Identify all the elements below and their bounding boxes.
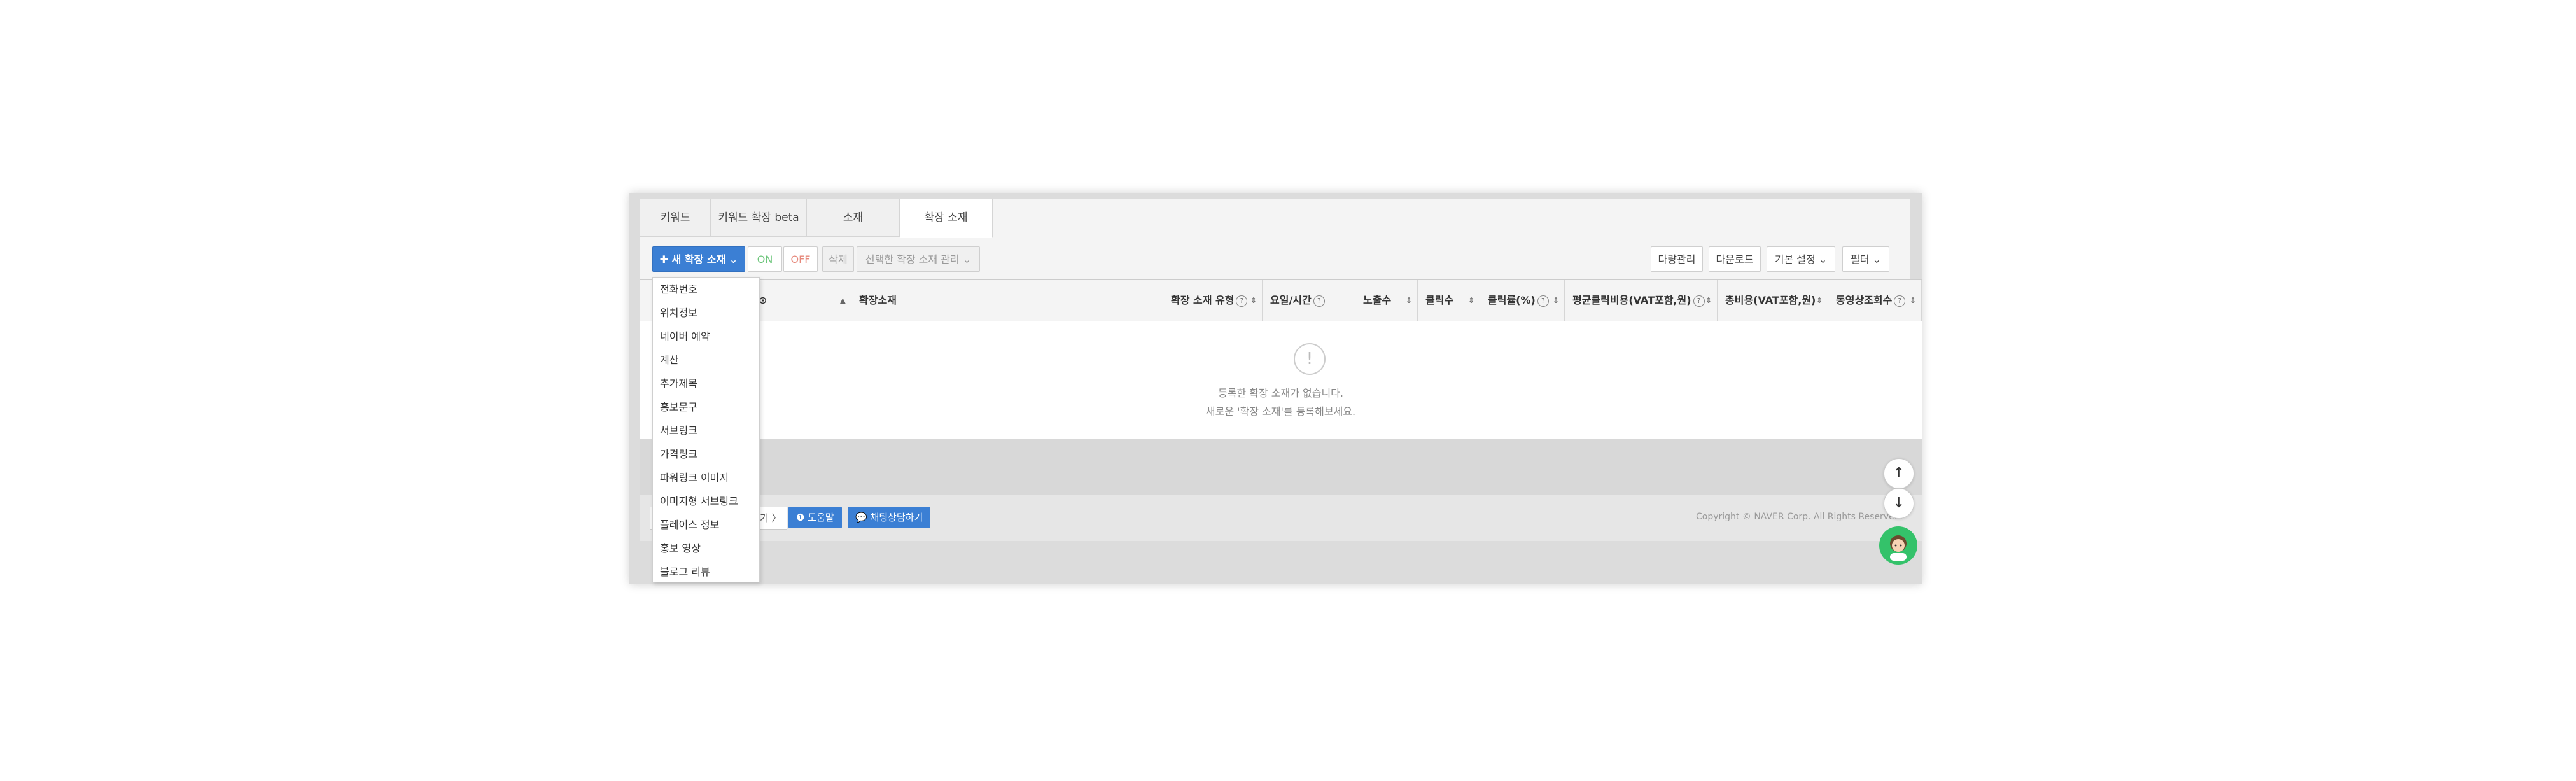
help-button[interactable]: ❶ 도움말	[788, 507, 842, 528]
column-header-type[interactable]: 확장 소재 유형? ⇕	[1163, 280, 1263, 321]
column-header-avg-cpc[interactable]: 평균클릭비용(VAT포함,원)? ⇕	[1565, 280, 1718, 321]
dropdown-item-extra-title[interactable]: 추가제목	[653, 372, 759, 395]
dropdown-item-location[interactable]: 위치정보	[653, 301, 759, 325]
bulk-manage-button[interactable]: 다량관리	[1651, 246, 1703, 272]
chat-consult-button[interactable]: 💬 채팅상담하기	[848, 507, 931, 528]
delete-button[interactable]: 삭제	[822, 246, 854, 272]
column-label: ⊙	[759, 294, 767, 306]
sort-icon[interactable]: ⇕	[1910, 280, 1916, 321]
on-button[interactable]: ON	[748, 246, 782, 272]
help-icon[interactable]: ?	[1894, 295, 1906, 307]
column-header-extension[interactable]: 확장소재	[851, 280, 1163, 321]
dropdown-item-blog-review[interactable]: 블로그 리뷰	[653, 560, 759, 584]
toolbar: ✚ 새 확장 소재 ⌄ ON OFF 삭제 선택한 확장 소재 관리 ⌄ 다량관…	[640, 237, 1909, 279]
column-label: 확장 소재 유형	[1171, 294, 1235, 306]
column-label: 클릭수	[1425, 294, 1454, 306]
dropdown-item-promo-video[interactable]: 홍보 영상	[653, 537, 759, 560]
off-button[interactable]: OFF	[783, 246, 818, 272]
column-label: 클릭률(%)	[1488, 294, 1536, 306]
column-label: 확장소재	[859, 294, 897, 306]
download-button[interactable]: 다운로드	[1709, 246, 1761, 272]
help-icon[interactable]: ?	[1537, 295, 1549, 307]
help-icon[interactable]: ?	[1236, 295, 1248, 307]
dropdown-item-image-sublink[interactable]: 이미지형 서브링크	[653, 489, 759, 513]
dropdown-item-price-link[interactable]: 가격링크	[653, 442, 759, 466]
view-settings-button[interactable]: 기본 설정 ⌄	[1767, 246, 1835, 272]
tab-creative[interactable]: 소재	[807, 199, 900, 237]
new-extension-button[interactable]: ✚ 새 확장 소재 ⌄	[652, 246, 745, 272]
tab-keyword[interactable]: 키워드	[640, 199, 711, 237]
column-label: 동영상조회수	[1836, 294, 1893, 306]
sort-icon[interactable]: ⇕	[1553, 280, 1559, 321]
column-label: 노출수	[1363, 294, 1392, 306]
dropdown-item-naver-booking[interactable]: 네이버 예약	[653, 325, 759, 348]
sort-icon[interactable]: ▲	[840, 280, 846, 321]
filter-button[interactable]: 필터 ⌄	[1842, 246, 1889, 272]
column-header-video-views[interactable]: 동영상조회수? ⇕	[1828, 280, 1922, 321]
sort-icon[interactable]: ⇕	[1406, 280, 1412, 321]
chatbot-avatar-icon[interactable]	[1879, 526, 1917, 565]
data-grid: ⊙ ▲ 확장소재 확장 소재 유형? ⇕ 요일/시간? 노출수 ⇕ 클릭수 ⇕	[640, 279, 1922, 439]
empty-info-icon: !	[1294, 343, 1326, 375]
empty-message-2: 새로운 '확장 소재'를 등록해보세요.	[1205, 405, 1356, 418]
arrow-up-icon[interactable]: ↑	[1884, 458, 1914, 489]
content-background	[640, 439, 1922, 495]
dropdown-item-powerlink-image[interactable]: 파워링크 이미지	[653, 466, 759, 489]
tab-bar: 키워드 키워드 확장 beta 소재 확장 소재	[640, 199, 993, 238]
sort-icon[interactable]: ⇕	[1816, 280, 1823, 321]
sort-icon[interactable]: ⇕	[1468, 280, 1474, 321]
column-header-impressions[interactable]: 노출수 ⇕	[1355, 280, 1418, 321]
dropdown-item-sublink[interactable]: 서브링크	[653, 419, 759, 442]
grid-header: ⊙ ▲ 확장소재 확장 소재 유형? ⇕ 요일/시간? 노출수 ⇕ 클릭수 ⇕	[640, 280, 1922, 321]
tab-keyword-expand[interactable]: 키워드 확장 beta	[711, 199, 807, 237]
tab-extension-creative[interactable]: 확장 소재	[900, 199, 993, 238]
column-label: 총비용(VAT포함,원)	[1725, 294, 1816, 306]
sort-icon[interactable]: ⇕	[1250, 280, 1257, 321]
column-header-schedule[interactable]: 요일/시간?	[1263, 280, 1355, 321]
dropdown-item-place-info[interactable]: 플레이스 정보	[653, 513, 759, 537]
help-icon[interactable]: ?	[1313, 295, 1325, 307]
column-header-clicks[interactable]: 클릭수 ⇕	[1418, 280, 1480, 321]
column-header-total-cost[interactable]: 총비용(VAT포함,원) ⇕	[1718, 280, 1828, 321]
empty-message-1: 등록한 확장 소재가 없습니다.	[1218, 387, 1343, 399]
copyright-text: Copyright © NAVER Corp. All Rights Reser…	[1696, 512, 1903, 522]
help-icon[interactable]: ?	[1693, 295, 1705, 307]
app-frame: 키워드 키워드 확장 beta 소재 확장 소재 ✚ 새 확장 소재 ⌄ ON …	[629, 193, 1922, 584]
column-header-ctr[interactable]: 클릭률(%)? ⇕	[1480, 280, 1565, 321]
new-extension-dropdown: 전화번호 위치정보 네이버 예약 계산 추가제목 홍보문구 서브링크 가격링크 …	[652, 277, 760, 582]
dropdown-item-calculation[interactable]: 계산	[653, 348, 759, 372]
arrow-down-icon[interactable]: ↓	[1884, 488, 1914, 519]
column-label: 요일/시간	[1270, 294, 1312, 306]
column-label: 평균클릭비용(VAT포함,원)	[1572, 294, 1691, 306]
dropdown-item-phone[interactable]: 전화번호	[653, 278, 759, 301]
dropdown-item-promo-text[interactable]: 홍보문구	[653, 395, 759, 419]
footer: 기 〉 ❶ 도움말 💬 채팅상담하기 Copyright © NAVER Cor…	[640, 495, 1922, 541]
sort-icon[interactable]: ⇕	[1705, 280, 1712, 321]
manage-selected-button[interactable]: 선택한 확장 소재 관리 ⌄	[857, 246, 980, 272]
